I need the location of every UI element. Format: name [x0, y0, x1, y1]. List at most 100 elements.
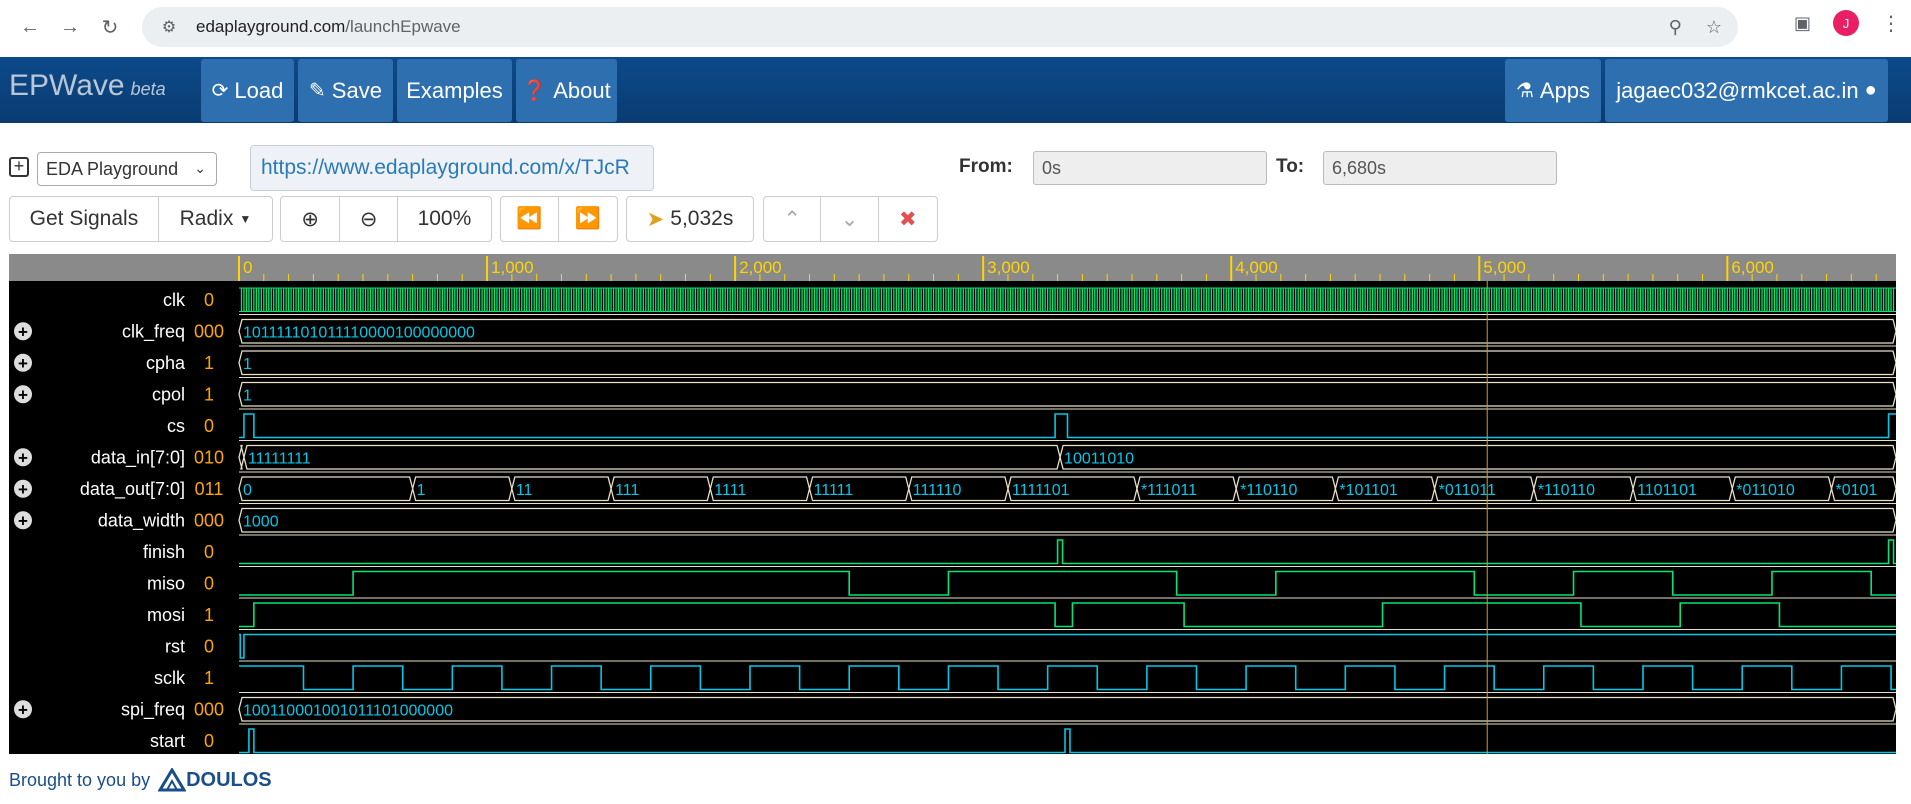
zoom-group: ⊕ ⊖ 100% — [280, 196, 492, 242]
remove-signal-icon[interactable]: ✖ — [879, 197, 937, 241]
signal-name: cpol — [152, 384, 185, 404]
bus-value: 11111 — [814, 482, 854, 499]
cursor-time-group: ➤ 5,032s — [626, 196, 754, 242]
signal-name: mosi — [147, 605, 185, 625]
clk-waveform — [240, 288, 1895, 312]
bus-segment — [238, 444, 245, 470]
browser-menu-icon[interactable]: ⋮ — [1881, 11, 1901, 36]
user-icon: ● — [1864, 79, 1877, 101]
signal-value: 0 — [204, 290, 214, 310]
signals-group: Get Signals Radix ▼ — [9, 196, 273, 242]
bus-value: *110110 — [1240, 482, 1297, 499]
source-select[interactable]: EDA Playground ⌄ — [37, 152, 217, 186]
forward-icon[interactable]: → — [52, 10, 88, 46]
bus-value: 100110001001011101000000 — [243, 702, 453, 719]
bus-segment — [243, 444, 1061, 470]
signal-value: 1 — [204, 353, 214, 373]
zoom-in-icon[interactable]: ⊕ — [281, 197, 341, 241]
expand-plus: + — [18, 385, 28, 404]
waveform-canvas[interactable]: 0 1,000 2,000 3,000 4,000 5,000 6,000clk 0+ clk_… — [9, 254, 1897, 756]
back-icon[interactable]: ← — [12, 10, 48, 46]
load-button[interactable]: ⟳ Load — [201, 59, 294, 122]
signal-name: finish — [143, 542, 185, 562]
cursor-time-button[interactable]: ➤ 5,032s — [627, 197, 753, 241]
question-circle-icon: ❓ — [522, 80, 548, 102]
bus-value: 111 — [615, 482, 639, 499]
step-back-icon[interactable]: ⏪ — [501, 197, 560, 241]
zoom-icon[interactable]: ⚲ — [1669, 17, 1682, 38]
ruler-label: 0 — [243, 258, 252, 277]
bus-value: 1000 — [243, 513, 279, 530]
bus-segment — [411, 476, 513, 502]
zoom-out-icon[interactable]: ⊖ — [340, 197, 398, 241]
share-url-field[interactable]: https://www.edaplayground.com/x/TJcR — [250, 145, 654, 191]
save-button[interactable]: ✎ Save — [298, 59, 393, 122]
bus-value: 10011010 — [1064, 450, 1134, 467]
site-info-icon[interactable]: ⚙ — [158, 16, 180, 38]
step-group: ⏪ ⏩ — [500, 196, 618, 242]
signal-name: miso — [147, 573, 185, 593]
doulos-logo[interactable]: DOULOS — [158, 768, 272, 792]
signal-value: 0 — [204, 573, 214, 593]
signal-value: 1 — [204, 605, 214, 625]
to-input[interactable]: 6,680s — [1323, 151, 1557, 185]
zoom-level[interactable]: 100% — [398, 197, 491, 241]
waveform-viewer[interactable]: 0 1,000 2,000 3,000 4,000 5,000 6,000 clk 0 + clk_… — [9, 254, 1897, 756]
signal-value: 1 — [204, 668, 214, 688]
signal-name: rst — [165, 636, 185, 656]
extensions-icon[interactable]: ▣ — [1794, 13, 1811, 34]
epwave-navbar: EPWave beta ⟳ Load ✎ Save Examples ❓ About ⚗… — [0, 57, 1911, 123]
bus-value: 11111111 — [248, 450, 311, 467]
bus-value: 11 — [516, 482, 533, 499]
bus-value: 111110 — [913, 482, 962, 499]
signal-name: start — [150, 731, 185, 751]
address-bar[interactable]: ⚙ edaplayground.com/launchEpwave ⚲ ☆ — [142, 7, 1738, 47]
browser-toolbar: ← → ↻ ⚙ edaplayground.com/launchEpwave ⚲… — [0, 0, 1911, 55]
signal-value: 0 — [204, 636, 214, 656]
bus-segment — [238, 507, 1897, 533]
expand-plus: + — [18, 480, 28, 499]
signal-name: cpha — [146, 353, 186, 373]
bus-segment — [238, 318, 1897, 344]
expand-plus-icon[interactable]: + — [9, 157, 29, 177]
move-down-icon[interactable]: ⌄ — [821, 197, 879, 241]
move-up-icon[interactable]: ⌃ — [764, 197, 822, 241]
signal-value: 010 — [194, 447, 224, 467]
ruler-left — [9, 254, 239, 281]
from-input[interactable]: 0s — [1033, 151, 1267, 185]
about-button[interactable]: ❓ About — [516, 59, 617, 122]
step-forward-icon[interactable]: ⏩ — [559, 197, 617, 241]
signal-waveform — [239, 665, 1896, 691]
from-label: From: — [959, 156, 1013, 177]
signal-waveform — [239, 413, 1896, 439]
profile-avatar[interactable]: J — [1833, 10, 1859, 36]
expand-plus: + — [18, 448, 28, 467]
signal-value: 0 — [204, 416, 214, 436]
signal-value: 000 — [194, 510, 224, 530]
apps-button[interactable]: ⚗ Apps — [1505, 59, 1601, 122]
reload-icon[interactable]: ↻ — [92, 10, 128, 46]
signal-name: data_in[7:0] — [91, 447, 185, 468]
radix-dropdown[interactable]: Radix ▼ — [159, 197, 272, 241]
get-signals-button[interactable]: Get Signals — [10, 197, 159, 241]
expand-plus: + — [18, 354, 28, 373]
expand-plus: + — [18, 511, 28, 530]
user-menu-button[interactable]: jagaec032@rmkcet.ac.in ● — [1605, 59, 1888, 122]
bus-value: *0101 — [1836, 482, 1878, 499]
bus-value: *110110 — [1538, 482, 1595, 499]
bus-segment — [238, 476, 414, 502]
pencil-icon: ✎ — [309, 80, 326, 102]
signal-name: clk_freq — [122, 321, 185, 342]
bookmark-star-icon[interactable]: ☆ — [1706, 17, 1722, 38]
chevron-down-icon: ⌄ — [194, 160, 206, 176]
address-url[interactable]: edaplayground.com/launchEpwave — [196, 17, 461, 37]
bus-value: 1111 — [714, 482, 746, 499]
examples-button[interactable]: Examples — [397, 59, 512, 122]
signal-waveform — [239, 570, 1896, 596]
signal-name: sclk — [154, 668, 186, 688]
signal-waveform — [239, 539, 1896, 565]
refresh-icon: ⟳ — [211, 80, 229, 102]
signal-waveform — [239, 633, 1896, 659]
app-brand: EPWave beta — [9, 69, 166, 102]
location-arrow-icon: ➤ — [646, 207, 665, 231]
